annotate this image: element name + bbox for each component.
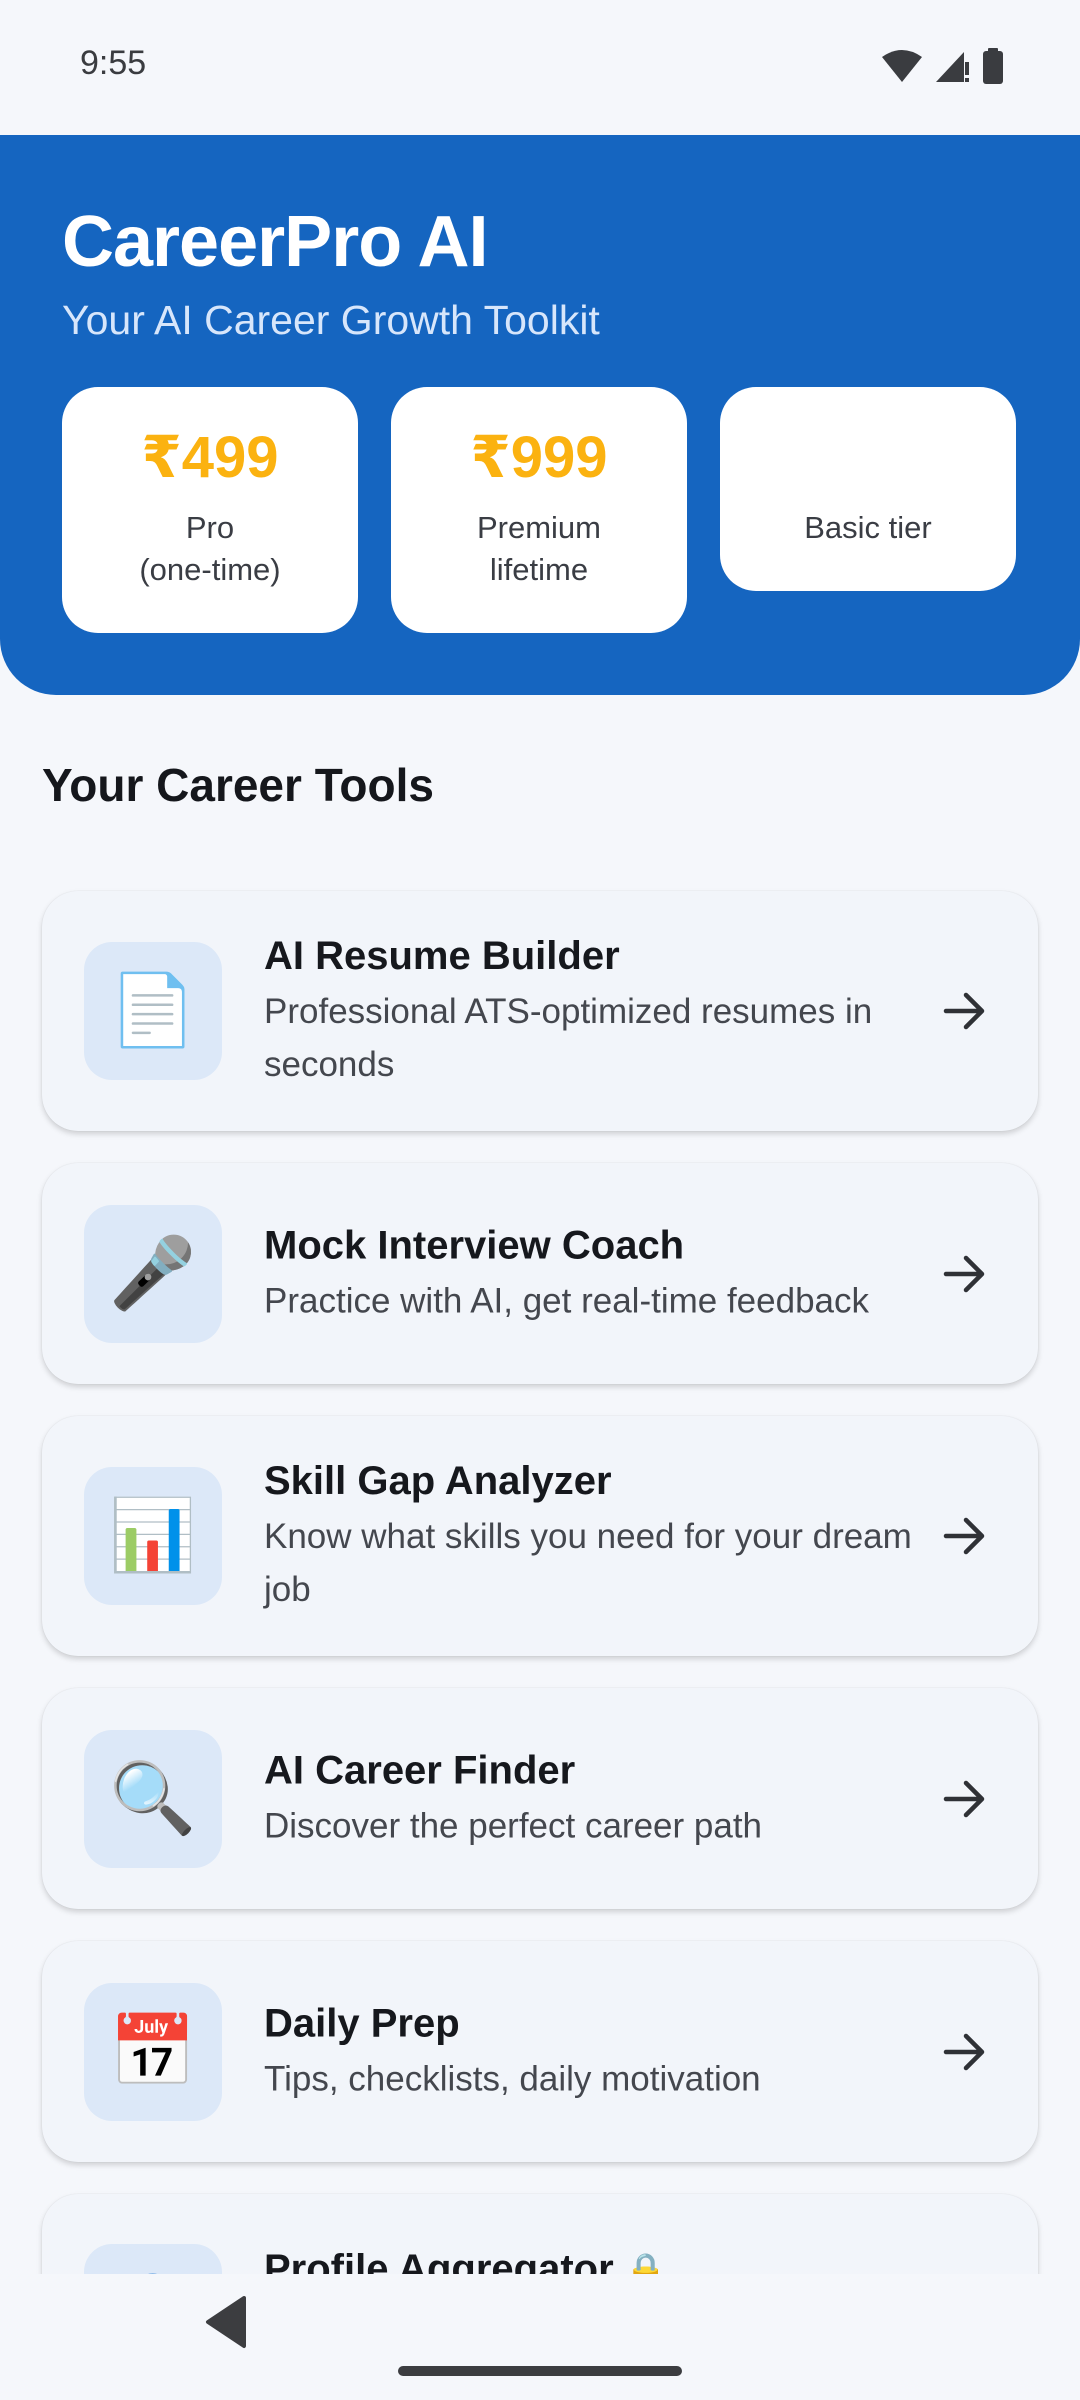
wifi-icon [882,50,922,82]
tool-description: Professional ATS-optimized resumes in se… [264,992,873,1084]
tool-card-skill-gap[interactable]: 📊 Skill Gap Analyzer Know what skills yo… [42,1416,1038,1656]
bar-chart-icon: 📊 [84,1467,222,1605]
tool-title: AI Career Finder [264,1748,576,1792]
section-title: Your Career Tools [42,759,434,811]
plan-description: Premium lifetime [476,510,601,587]
microphone-icon: 🎤 [84,1204,222,1343]
plan-card-pro[interactable]: ₹499 Pro (one-time) [62,387,358,633]
tool-card-career-finder[interactable]: 🔍 AI Career Finder Discover the perfect … [42,1688,1038,1909]
tool-card-daily-prep[interactable]: 📅 Daily Prep Tips, checklists, daily mot… [42,1941,1038,2162]
app-subtitle: Your AI Career Growth Toolkit [62,297,600,343]
arrow-right-icon [943,1780,985,1817]
tool-title: Daily Prep [264,2001,460,2045]
plan-price: Free [806,425,930,490]
status-icons [882,48,1004,84]
document-icon: 📄 [84,942,222,1080]
battery-icon [983,48,1003,84]
plan-card-free[interactable]: Free Basic tier [720,387,1016,591]
tool-card-mock-interview[interactable]: 🎤 Mock Interview Coach Practice with AI,… [42,1163,1038,1384]
arrow-right-icon [943,992,985,1030]
status-bar: 9:55 [0,0,1080,135]
plan-card-premium[interactable]: ₹999 Premium lifetime [391,387,687,633]
navigation-bar [0,2274,1080,2400]
back-icon[interactable] [200,2294,254,2350]
plan-description: Pro (one-time) [139,510,281,587]
status-time: 9:55 [80,44,147,82]
calendar-icon: 📅 [84,1982,222,2121]
plan-description: Basic tier [804,510,932,545]
tool-title: Skill Gap Analyzer [264,1459,612,1503]
magnifier-icon: 🔍 [84,1729,222,1868]
tool-title: Mock Interview Coach [264,1223,685,1267]
tool-card-resume-builder[interactable]: 📄 AI Resume Builder Professional ATS-opt… [42,891,1038,1131]
hero-header: CareerPro AI Your AI Career Growth Toolk… [0,135,1080,695]
app-title: CareerPro AI [62,202,489,282]
tool-description: Discover the perfect career path [264,1806,763,1845]
tool-description: Know what skills you need for your dream… [264,1517,912,1609]
tool-title: AI Resume Builder [264,934,620,978]
arrow-right-icon [943,1517,985,1555]
plan-price: ₹499 [141,425,279,490]
cell-signal-icon [936,52,969,82]
arrow-right-icon [943,2033,985,2070]
tool-description: Practice with AI, get real-time feedback [264,1281,869,1320]
home-indicator[interactable] [398,2366,682,2376]
plan-price: ₹999 [470,425,608,490]
arrow-right-icon [943,1255,985,1292]
tool-description: Tips, checklists, daily motivation [264,2059,761,2098]
